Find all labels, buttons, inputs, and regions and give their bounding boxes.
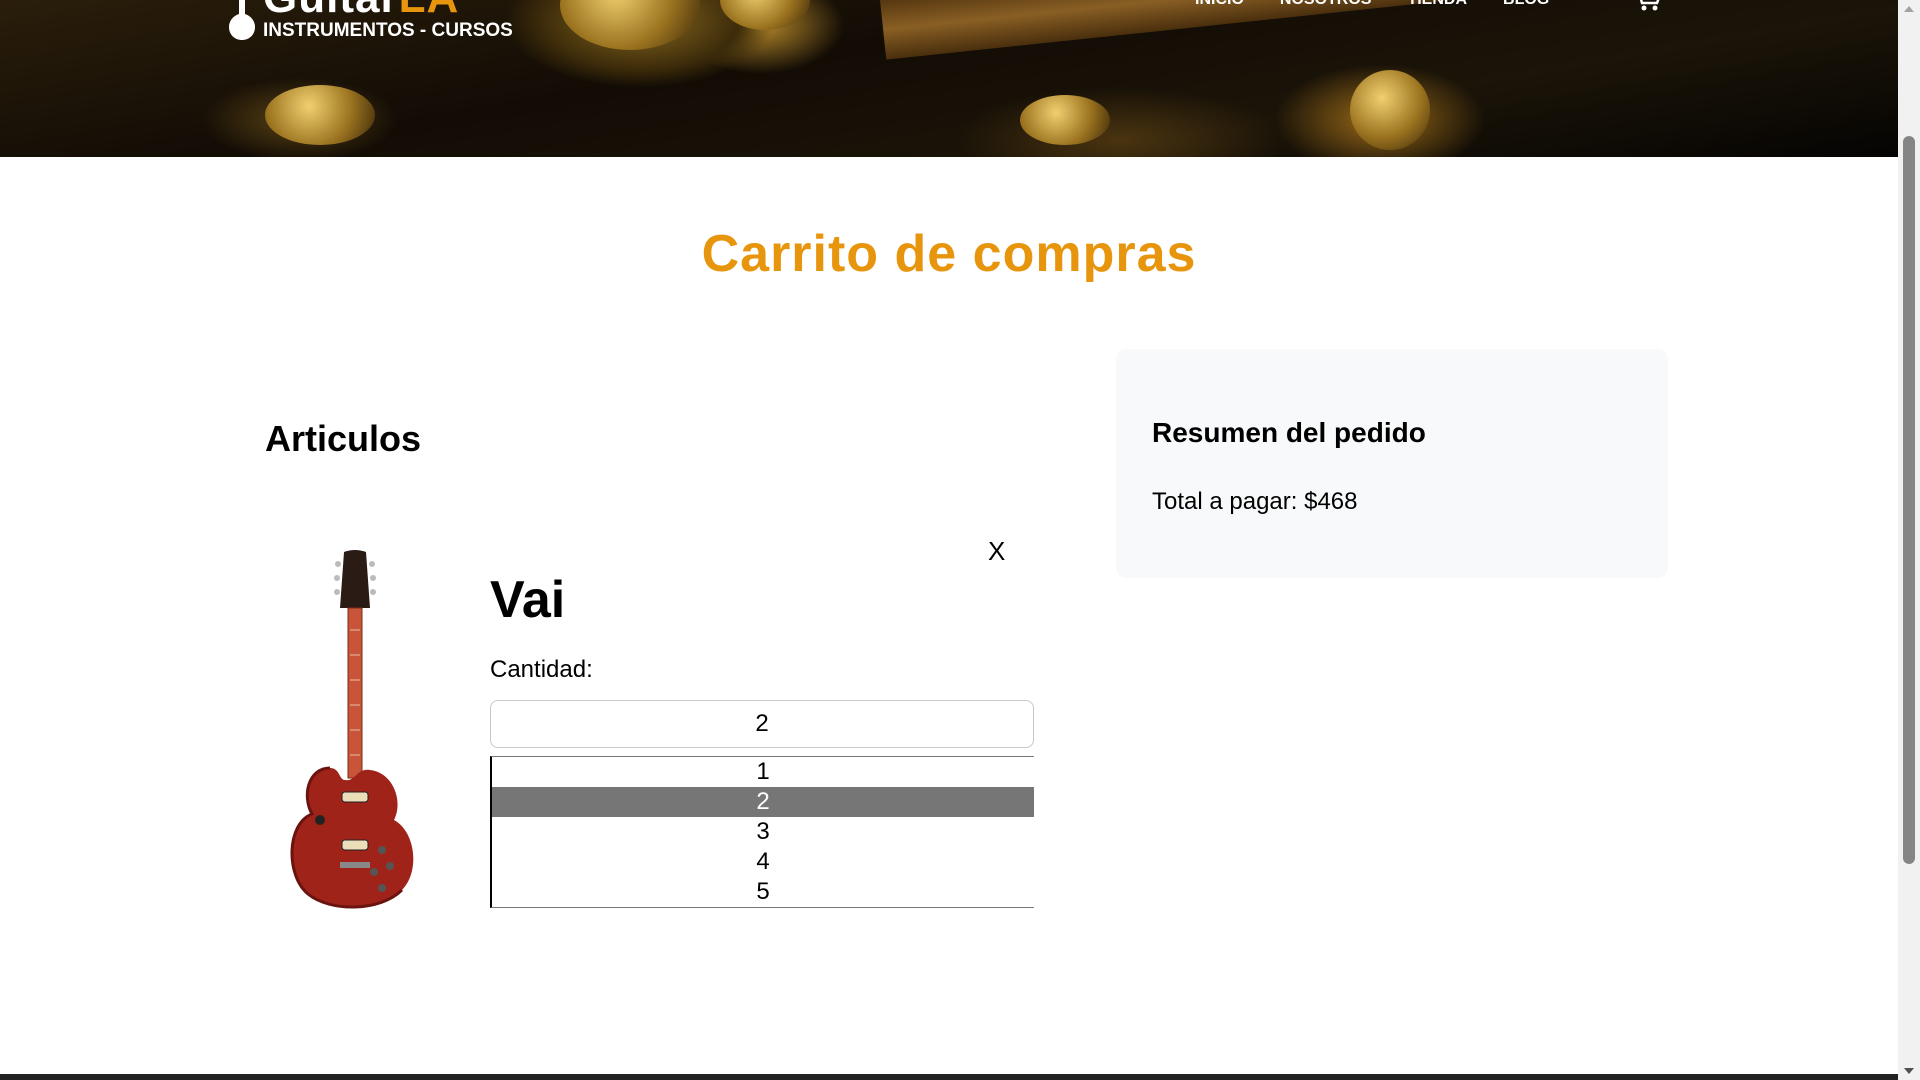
nav-link-nosotros[interactable]: NOSOTROS: [1280, 0, 1372, 9]
quantity-select[interactable]: 2: [490, 700, 1034, 748]
tuning-peg-decoration: [560, 0, 700, 50]
tuning-peg-decoration: [1350, 70, 1430, 150]
scrollbar-thumb[interactable]: [1903, 136, 1915, 864]
nav-link-inicio[interactable]: INICIO: [1195, 0, 1244, 9]
quantity-option-2[interactable]: 2: [492, 787, 1034, 817]
nav-link-blog[interactable]: BLOG: [1503, 0, 1549, 9]
items-heading: Articulos: [265, 418, 422, 459]
tuning-peg-decoration: [720, 0, 810, 30]
vertical-scrollbar[interactable]: [1898, 0, 1920, 1080]
footer-bar: [0, 1074, 1898, 1080]
quantity-option-4[interactable]: 4: [492, 847, 1034, 877]
quantity-select-value: 2: [755, 710, 769, 737]
order-summary: Resumen del pedido Total a pagar: $468: [1116, 349, 1668, 578]
brand-name: GuitarLA: [263, 0, 459, 20]
cart-icon[interactable]: [1633, 0, 1663, 12]
quantity-option-1[interactable]: 1: [492, 757, 1034, 787]
product-image: [290, 550, 414, 909]
scroll-up-arrow-icon[interactable]: [1904, 6, 1914, 12]
page-title: Carrito de compras: [701, 225, 1197, 283]
hero-header: GuitarLA INSTRUMENTOS - CURSOS INICIO NO…: [0, 0, 1898, 157]
guitar-logo-icon: [229, 0, 255, 40]
quantity-option-3[interactable]: 3: [492, 817, 1034, 847]
main-nav: INICIO NOSOTROS TIENDA BLOG: [1195, 0, 1549, 9]
quantity-option-5[interactable]: 5: [492, 877, 1034, 907]
summary-title: Resumen del pedido: [1152, 417, 1426, 448]
tuning-peg-decoration: [1020, 95, 1110, 145]
quantity-label: Cantidad:: [490, 656, 593, 683]
quantity-options-dropdown: 1 2 3 4 5: [490, 756, 1034, 908]
site-logo[interactable]: GuitarLA INSTRUMENTOS - CURSOS: [225, 0, 545, 42]
summary-total: Total a pagar: $468: [1152, 488, 1358, 515]
tuning-peg-decoration: [265, 85, 375, 145]
product-name: Vai: [490, 571, 566, 629]
scroll-down-arrow-icon[interactable]: [1904, 1068, 1914, 1074]
page: GuitarLA INSTRUMENTOS - CURSOS INICIO NO…: [0, 0, 1898, 1080]
remove-item-button[interactable]: X: [988, 536, 1005, 567]
brand-tagline: INSTRUMENTOS - CURSOS: [263, 20, 513, 41]
nav-link-tienda[interactable]: TIENDA: [1407, 0, 1467, 9]
